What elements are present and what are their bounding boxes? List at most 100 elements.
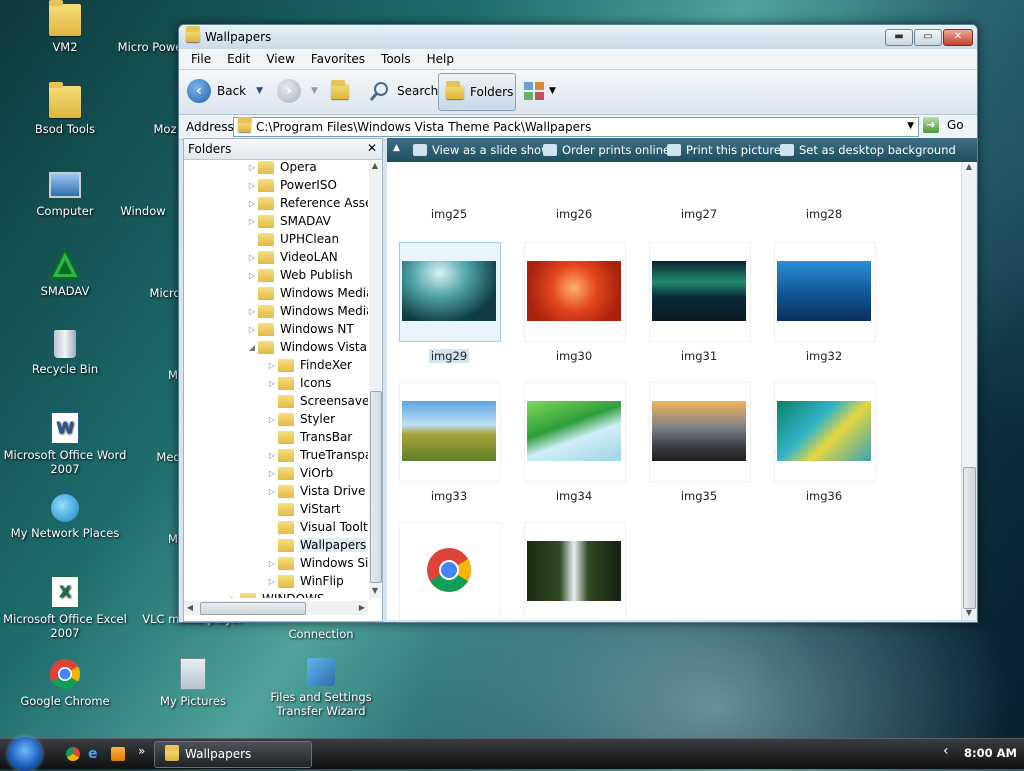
expand-arrow-icon[interactable]: ▷ (266, 415, 278, 424)
desktop-icon-transfer-wizard[interactable]: Files and Settings Transfer Wizard (256, 658, 386, 718)
expand-arrow-icon[interactable]: ▷ (246, 163, 258, 172)
expand-arrow-icon[interactable]: ▷ (266, 559, 278, 568)
scrollbar-thumb[interactable] (200, 602, 306, 615)
views-button[interactable]: ▼ (523, 76, 556, 106)
expand-arrow-icon[interactable]: ▷ (228, 595, 240, 599)
folder-tree-item[interactable]: Visual Toolti (266, 518, 368, 536)
quicklaunch-ie-icon[interactable]: e (88, 746, 104, 762)
scroll-right-arrow-icon[interactable]: ▶ (356, 603, 368, 612)
close-button[interactable]: ✕ (943, 29, 973, 46)
folder-tree-item[interactable]: Wallpapers (266, 536, 367, 554)
desktop-icon-excel-2007[interactable]: X Microsoft Office Excel 2007 (0, 576, 130, 640)
thumbnail-item[interactable]: img34 (524, 382, 626, 503)
up-folder-button[interactable] (331, 76, 349, 106)
folder-tree-item[interactable]: ▷ Icons (266, 374, 331, 392)
folder-tree-item[interactable]: ▷ SMADAV (246, 212, 331, 230)
thumbnail-item[interactable]: img32 (774, 242, 876, 363)
address-dropdown-icon[interactable]: ▼ (907, 121, 914, 131)
desktop-icon-word-2007[interactable]: W Microsoft Office Word 2007 (0, 412, 130, 476)
search-button[interactable]: Search (369, 76, 438, 106)
back-button[interactable]: ‹ Back ▼ (187, 76, 263, 106)
folder-tree-item[interactable]: ▷ FindeXer (266, 356, 352, 374)
thumbnail-item[interactable]: vid8896 (399, 522, 501, 620)
folder-tree-horizontal-scrollbar[interactable]: ◀ ▶ (184, 601, 368, 615)
start-button[interactable] (8, 737, 42, 771)
folder-tree-item[interactable]: Windows Media (246, 284, 368, 302)
folder-tree-item[interactable]: ▷ Windows Media (246, 302, 368, 320)
folder-tree-item[interactable]: ▷ PowerISO (246, 176, 337, 194)
folder-tree-item[interactable]: ▷ ViOrb (266, 464, 333, 482)
order-prints-button[interactable]: Order prints online (543, 143, 670, 157)
thumbnail-item[interactable]: img33 (399, 382, 501, 503)
slideshow-button[interactable]: View as a slide show (413, 143, 550, 157)
thumbnail-caption[interactable]: img27 (649, 207, 749, 221)
folder-tree-item[interactable]: ▷ WinFlip (266, 572, 344, 590)
address-input[interactable]: C:\Program Files\Windows Vista Theme Pac… (233, 117, 919, 137)
desktop-icon-network-places[interactable]: My Network Places (0, 494, 130, 540)
scroll-down-arrow-icon[interactable]: ▼ (962, 608, 976, 620)
menu-file[interactable]: File (183, 52, 219, 66)
tray-expand-icon[interactable]: ‹ (943, 743, 949, 759)
scrollbar-thumb[interactable] (370, 391, 382, 583)
collapse-arrow-icon[interactable]: ◢ (246, 343, 258, 352)
folder-tree-item[interactable]: ▷ TrueTranspa (266, 446, 368, 464)
thumbnail-item[interactable]: img31 (649, 242, 751, 363)
go-button[interactable]: ➜ Go (923, 117, 964, 133)
content-vertical-scrollbar[interactable]: ▲ ▼ (961, 162, 976, 620)
thumbnail-caption[interactable]: img26 (524, 207, 624, 221)
thumbnail-item[interactable]: img36 (774, 382, 876, 503)
views-dropdown-icon[interactable]: ▼ (549, 86, 556, 96)
desktop-icon-recycle-bin[interactable]: Recycle Bin (0, 330, 130, 376)
back-dropdown-icon[interactable]: ▼ (256, 86, 263, 96)
thumbnail-item[interactable]: vid8896 (524, 522, 626, 620)
scroll-up-arrow-icon[interactable]: ▲ (962, 162, 976, 174)
desktop-icon-my-pictures[interactable]: My Pictures (128, 658, 258, 708)
expand-arrow-icon[interactable]: ▷ (266, 487, 278, 496)
print-picture-button[interactable]: Print this picture (667, 143, 781, 157)
folder-tree-item[interactable]: ◢ Windows Vista T (246, 338, 368, 356)
expand-arrow-icon[interactable]: ▷ (266, 361, 278, 370)
title-bar[interactable]: Wallpapers ▬ ▭ ✕ (179, 25, 977, 49)
expand-arrow-icon[interactable]: ▷ (246, 181, 258, 190)
folder-tree-item[interactable]: UPHClean (246, 230, 339, 248)
expand-arrow-icon[interactable]: ▷ (266, 469, 278, 478)
maximize-button[interactable]: ▭ (914, 29, 942, 46)
folder-tree-item[interactable]: ▷ Styler (266, 410, 335, 428)
folder-tree-item[interactable]: ▷ Windows Sic (266, 554, 368, 572)
expand-arrow-icon[interactable]: ▷ (246, 199, 258, 208)
expand-arrow-icon[interactable]: ▷ (246, 271, 258, 280)
expand-arrow-icon[interactable]: ▷ (266, 379, 278, 388)
command-bar-collapse-icon[interactable]: ▲ (393, 143, 400, 153)
scroll-left-arrow-icon[interactable]: ◀ (184, 603, 196, 612)
folders-button[interactable]: Folders (438, 73, 516, 111)
folder-tree-item[interactable]: ▷ Windows NT (246, 320, 354, 338)
folder-tree-item[interactable]: TransBar (266, 428, 352, 446)
thumbnail-item[interactable]: img30 (524, 242, 626, 363)
scrollbar-thumb[interactable] (963, 467, 976, 609)
folder-tree-item[interactable]: ▷ VideoLAN (246, 248, 338, 266)
thumbnail-caption[interactable]: img28 (774, 207, 874, 221)
forward-dropdown-icon[interactable]: ▼ (311, 86, 318, 96)
clock[interactable]: 8:00 AM (964, 746, 1017, 760)
folder-tree-item[interactable]: ▷ Vista Drive Ic (266, 482, 368, 500)
scroll-up-arrow-icon[interactable]: ▲ (369, 161, 381, 173)
expand-arrow-icon[interactable]: ▷ (246, 217, 258, 226)
folder-tree-item[interactable]: ▷ Web Publish (246, 266, 353, 284)
expand-arrow-icon[interactable]: ▷ (266, 577, 278, 586)
scroll-down-arrow-icon[interactable]: ▼ (369, 586, 381, 598)
quicklaunch-chrome-icon[interactable] (66, 747, 80, 761)
forward-button[interactable]: › ▼ (277, 76, 318, 106)
menu-favorites[interactable]: Favorites (303, 52, 373, 66)
quicklaunch-chevron[interactable]: » (138, 744, 145, 758)
folder-tree-vertical-scrollbar[interactable]: ▲ ▼ (369, 161, 382, 598)
folder-tree-item[interactable]: ViStart (266, 500, 341, 518)
expand-arrow-icon[interactable]: ▷ (266, 451, 278, 460)
desktop-icon-google-chrome[interactable]: Google Chrome (0, 658, 130, 708)
menu-view[interactable]: View (258, 52, 302, 66)
thumbnail-item[interactable]: img35 (649, 382, 751, 503)
menu-tools[interactable]: Tools (373, 52, 419, 66)
quicklaunch-media-icon[interactable] (111, 747, 125, 761)
folder-tree-item[interactable]: Screensavers (266, 392, 368, 410)
expand-arrow-icon[interactable]: ▷ (246, 253, 258, 262)
folder-tree-item[interactable]: ▷ Opera (246, 161, 317, 176)
